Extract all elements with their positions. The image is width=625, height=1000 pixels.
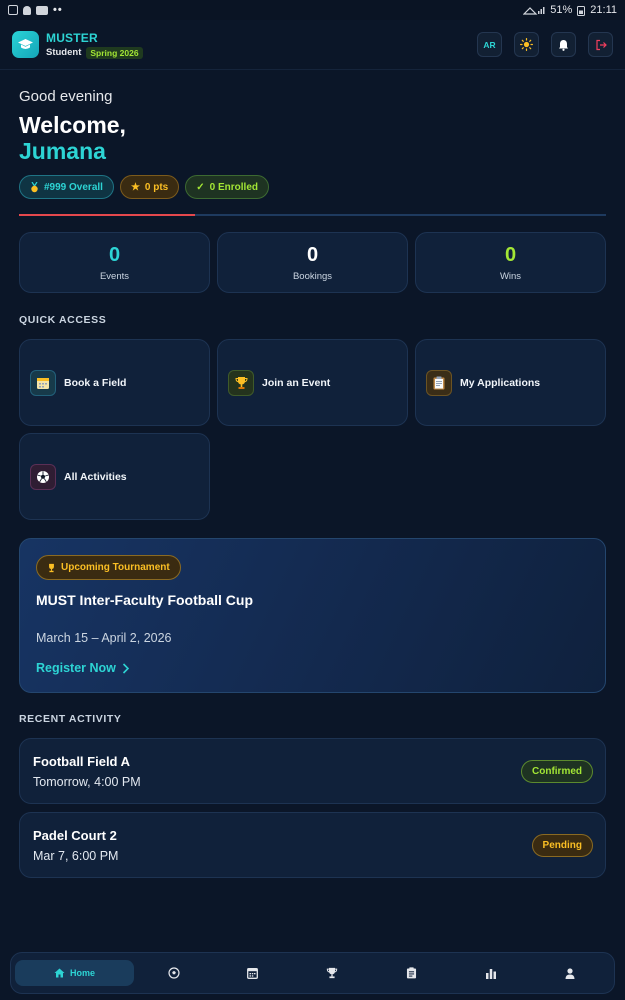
rank-pill[interactable]: #999 Overall bbox=[19, 175, 114, 199]
trophy-icon bbox=[327, 967, 338, 979]
register-now-label: Register Now bbox=[36, 661, 116, 675]
activity-title: Padel Court 2 bbox=[33, 828, 117, 843]
clipboard-icon bbox=[426, 369, 452, 396]
theme-toggle-button[interactable] bbox=[514, 32, 539, 57]
stat-label: Events bbox=[99, 270, 130, 282]
nav-home-label: Home bbox=[69, 968, 95, 978]
signal-icon bbox=[523, 7, 545, 15]
nav-events[interactable] bbox=[293, 960, 372, 986]
user-icon bbox=[565, 967, 575, 979]
status-system: 51% 21:11 bbox=[523, 4, 617, 16]
medal-icon bbox=[31, 181, 38, 192]
all-activities-label: All Activities bbox=[64, 470, 127, 483]
soccer-ball-icon bbox=[30, 463, 56, 490]
stat-bookings[interactable]: 0 Bookings bbox=[217, 232, 408, 293]
term-badge: Spring 2026 bbox=[86, 46, 143, 59]
activity-item[interactable]: Padel Court 2 Mar 7, 6:00 PM Pending bbox=[19, 812, 606, 878]
nav-leaderboard[interactable] bbox=[451, 960, 530, 986]
stat-value: 0 bbox=[504, 243, 517, 266]
trophy-icon bbox=[49, 563, 54, 572]
tournament-dates: March 15 – April 2, 2026 bbox=[36, 631, 172, 645]
stat-events[interactable]: 0 Events bbox=[19, 232, 210, 293]
youtube-icon bbox=[36, 5, 48, 15]
user-role-line: Student Spring 2026 bbox=[46, 46, 143, 59]
battery-level: 51% bbox=[550, 4, 573, 16]
activity-title: Football Field A bbox=[33, 754, 131, 769]
home-icon bbox=[54, 968, 65, 978]
activity-time: Tomorrow, 4:00 PM bbox=[33, 775, 141, 789]
sun-icon bbox=[520, 38, 533, 51]
join-event-label: Join an Event bbox=[262, 376, 331, 389]
logout-button[interactable] bbox=[588, 32, 613, 57]
graduation-cap-icon bbox=[12, 31, 39, 58]
check-icon: ✓ bbox=[196, 181, 205, 193]
clock: 21:11 bbox=[590, 4, 617, 16]
stat-label: Wins bbox=[499, 270, 522, 282]
activity-item[interactable]: Football Field A Tomorrow, 4:00 PM Confi… bbox=[19, 738, 606, 804]
notifications-button[interactable] bbox=[551, 32, 576, 57]
language-button[interactable]: AR bbox=[477, 32, 502, 57]
user-name: Jumana bbox=[19, 138, 106, 164]
nav-home[interactable]: Home bbox=[15, 960, 134, 986]
all-activities-card[interactable]: All Activities bbox=[19, 433, 210, 520]
bell-icon bbox=[559, 39, 568, 51]
welcome-heading: Welcome, bbox=[19, 112, 126, 138]
tournament-badge-label: Upcoming Tournament bbox=[61, 562, 170, 573]
user-stats-pills: #999 Overall ★ 0 pts ✓ 0 Enrolled bbox=[19, 175, 269, 199]
battery-icon bbox=[577, 5, 586, 16]
nav-applications[interactable] bbox=[372, 960, 451, 986]
stat-value: 0 bbox=[108, 243, 121, 266]
upcoming-tournament-card[interactable]: Upcoming Tournament MUST Inter-Faculty F… bbox=[19, 538, 606, 693]
clipboard-icon bbox=[407, 967, 417, 979]
calendar-icon bbox=[30, 369, 56, 396]
soccer-ball-icon bbox=[168, 967, 180, 979]
book-field-label: Book a Field bbox=[64, 376, 127, 389]
brand[interactable]: MUSTER Student Spring 2026 bbox=[12, 31, 143, 59]
stat-label: Bookings bbox=[292, 270, 333, 282]
activity-time: Mar 7, 6:00 PM bbox=[33, 849, 119, 863]
status-badge: Pending bbox=[531, 834, 593, 857]
star-icon: ★ bbox=[130, 181, 140, 193]
status-badge: Confirmed bbox=[521, 760, 593, 783]
points-label: 0 pts bbox=[144, 181, 169, 193]
register-now-link[interactable]: Register Now bbox=[36, 661, 129, 675]
system-status-bar: •• 51% 21:11 bbox=[0, 0, 625, 20]
points-pill[interactable]: ★ 0 pts bbox=[119, 175, 180, 199]
notification-bell-icon bbox=[23, 5, 31, 15]
book-field-card[interactable]: Book a Field bbox=[19, 339, 210, 426]
my-applications-label: My Applications bbox=[460, 376, 541, 389]
rank-label: #999 Overall bbox=[44, 181, 103, 193]
app-header: MUSTER Student Spring 2026 AR bbox=[0, 20, 625, 70]
progress-bar bbox=[19, 214, 606, 216]
nav-profile[interactable] bbox=[531, 960, 610, 986]
progress-fill bbox=[19, 214, 196, 216]
greeting-text: Good evening bbox=[19, 88, 113, 105]
status-notifications: •• bbox=[8, 4, 63, 16]
trophy-icon bbox=[228, 369, 254, 396]
tournament-badge: Upcoming Tournament bbox=[36, 555, 181, 580]
tournament-title: MUST Inter-Faculty Football Cup bbox=[36, 592, 253, 608]
stat-wins[interactable]: 0 Wins bbox=[415, 232, 606, 293]
quick-access-title: QUICK ACCESS bbox=[19, 314, 107, 326]
calendar-icon bbox=[247, 968, 259, 979]
logout-icon bbox=[595, 39, 607, 50]
sync-icon bbox=[8, 5, 18, 15]
enrolled-pill[interactable]: ✓ 0 Enrolled bbox=[185, 175, 269, 199]
more-notifications-icon: •• bbox=[53, 4, 63, 16]
my-applications-card[interactable]: My Applications bbox=[415, 339, 606, 426]
app-name: MUSTER bbox=[46, 30, 98, 45]
header-actions: AR bbox=[477, 32, 613, 57]
bar-chart-icon bbox=[485, 968, 496, 979]
nav-activities[interactable] bbox=[134, 960, 213, 986]
chevron-right-icon bbox=[122, 662, 129, 674]
stat-value: 0 bbox=[306, 243, 319, 266]
join-event-card[interactable]: Join an Event bbox=[217, 339, 408, 426]
user-role: Student bbox=[46, 47, 82, 58]
nav-bookings[interactable] bbox=[213, 960, 292, 986]
bottom-navigation: Home bbox=[10, 952, 615, 994]
enrolled-label: 0 Enrolled bbox=[209, 181, 258, 193]
recent-activity-title: RECENT ACTIVITY bbox=[19, 713, 122, 725]
